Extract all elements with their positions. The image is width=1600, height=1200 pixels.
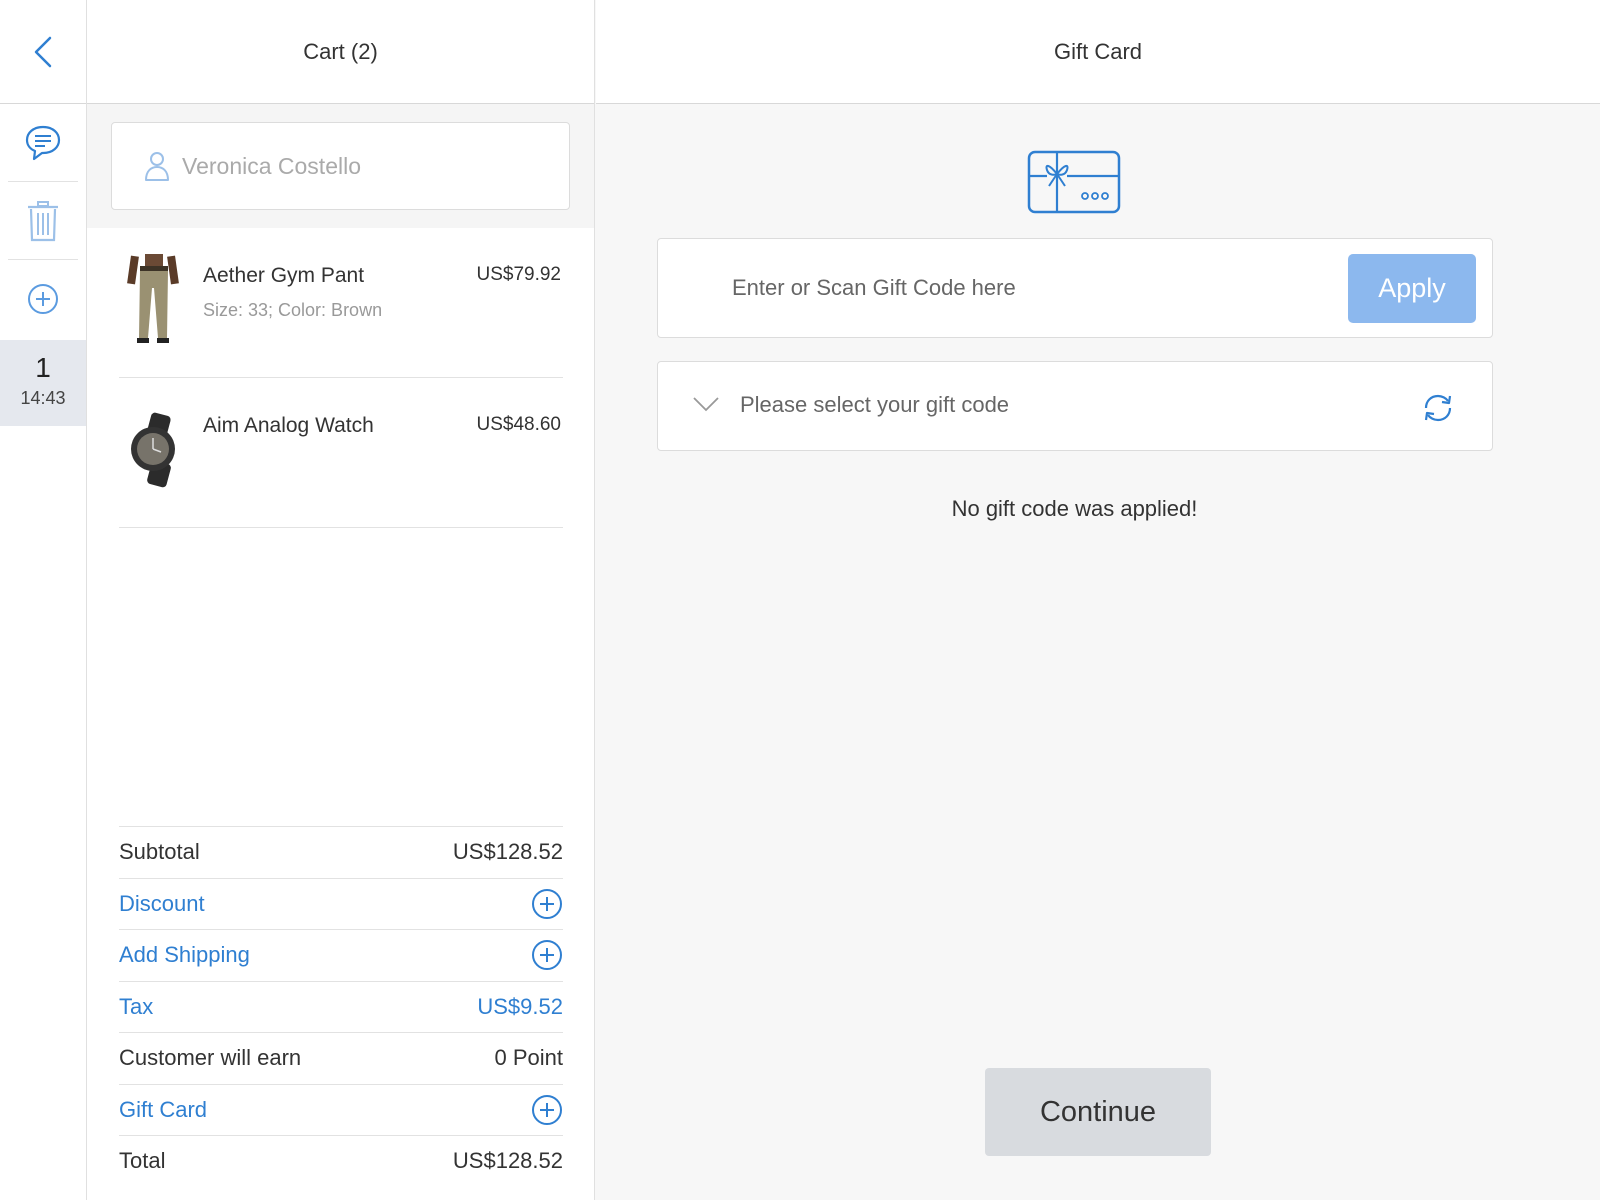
customer-name: Veronica Costello xyxy=(182,152,361,179)
comment-button[interactable] xyxy=(0,104,86,182)
reward-points-row: Customer will earn 0 Point xyxy=(119,1032,563,1084)
total-row: Total US$128.52 xyxy=(119,1135,563,1187)
user-icon xyxy=(145,152,169,181)
shipping-label: Add Shipping xyxy=(119,942,250,968)
tax-value: US$9.52 xyxy=(477,993,563,1019)
chevron-down-icon xyxy=(693,397,719,412)
gift-code-select[interactable]: Please select your gift code xyxy=(657,361,1493,451)
customer-section: Veronica Costello xyxy=(87,104,594,228)
cart-title: Cart (2) xyxy=(87,0,594,104)
customer-selector[interactable]: Veronica Costello xyxy=(111,122,570,210)
add-cart-button[interactable] xyxy=(0,260,86,338)
apply-button[interactable]: Apply xyxy=(1348,254,1476,323)
chevron-left-icon xyxy=(34,36,52,67)
gift-card-icon xyxy=(1027,150,1121,214)
item-options: Size: 33; Color: Brown xyxy=(203,300,383,320)
subtotal-value: US$128.52 xyxy=(452,839,563,865)
order-number: 1 xyxy=(35,352,51,383)
order-tab[interactable]: 1 14:43 xyxy=(0,340,86,426)
total-label: Total xyxy=(119,1148,166,1174)
shipping-row[interactable]: Add Shipping xyxy=(119,929,563,981)
plus-circle-icon xyxy=(28,284,58,314)
item-name: Aether Gym Pant xyxy=(203,264,365,287)
gift-card-row[interactable]: Gift Card xyxy=(119,1083,563,1136)
tax-label: Tax xyxy=(119,993,154,1019)
panel-title: Gift Card xyxy=(596,0,1600,104)
cart-item[interactable]: Aim Analog Watch US$48.60 xyxy=(119,378,563,528)
product-thumbnail xyxy=(131,412,175,488)
subtotal-row: Subtotal US$128.52 xyxy=(119,826,563,878)
tax-row[interactable]: Tax US$9.52 xyxy=(119,980,563,1033)
item-price: US$79.92 xyxy=(476,264,561,285)
left-rail: 1 14:43 xyxy=(0,0,87,1200)
trash-icon xyxy=(28,201,58,242)
gift-card-label: Gift Card xyxy=(119,1096,208,1122)
order-time: 14:43 xyxy=(20,388,66,408)
subtotal-label: Subtotal xyxy=(119,839,200,865)
chat-bubble-icon xyxy=(25,125,61,161)
cart-item[interactable]: Aether Gym Pant Size: 33; Color: Brown U… xyxy=(119,228,563,378)
reward-points-value: 0 Point xyxy=(494,1045,564,1071)
gift-code-input[interactable] xyxy=(732,269,1292,307)
no-code-message: No gift code was applied! xyxy=(951,496,1198,521)
delete-cart-button[interactable] xyxy=(0,182,86,260)
product-thumbnail xyxy=(127,254,179,343)
continue-button[interactable]: Continue xyxy=(985,1068,1211,1156)
discount-label: Discount xyxy=(119,890,205,916)
cart-column: Cart (2) Veronica Costello Aether Gym Pa… xyxy=(87,0,595,1200)
item-name: Aim Analog Watch xyxy=(203,414,374,437)
back-button[interactable] xyxy=(0,0,86,104)
gift-code-entry: Apply xyxy=(657,238,1493,338)
gift-code-select-placeholder: Please select your gift code xyxy=(740,392,1010,417)
plus-circle-icon[interactable] xyxy=(531,888,563,920)
reward-points-label: Customer will earn xyxy=(119,1045,302,1071)
sync-icon[interactable] xyxy=(1420,392,1456,424)
gift-card-panel: Gift Card Apply Please select your gift … xyxy=(596,0,1600,1200)
plus-circle-icon[interactable] xyxy=(531,939,563,971)
plus-circle-icon[interactable] xyxy=(531,1094,563,1126)
discount-row[interactable]: Discount xyxy=(119,877,563,930)
cart-totals: Subtotal US$128.52 Discount Add Shipping… xyxy=(119,826,563,1187)
item-price: US$48.60 xyxy=(476,414,561,435)
total-value: US$128.52 xyxy=(452,1148,563,1174)
